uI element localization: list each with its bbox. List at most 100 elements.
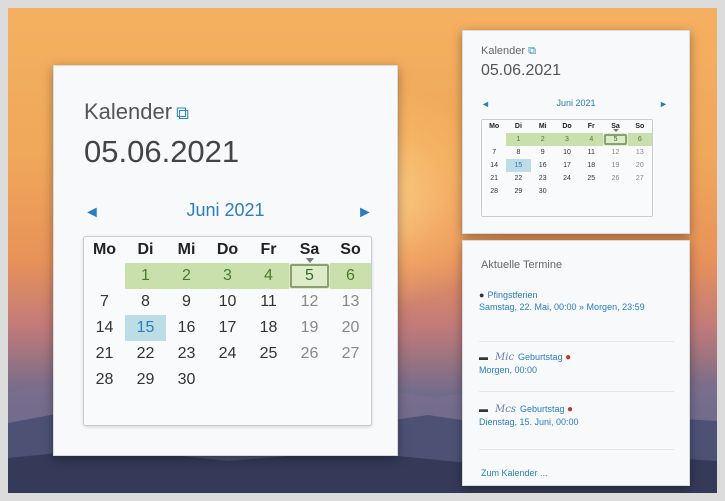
widget-title[interactable]: Kalender ⧉: [84, 99, 189, 125]
day-cell[interactable]: 4: [248, 263, 289, 289]
day-cell[interactable]: 2: [530, 133, 555, 146]
day-cell[interactable]: 14: [482, 159, 506, 172]
empty-day-cell: [248, 367, 289, 393]
day-cell[interactable]: 6: [330, 263, 371, 289]
day-cell[interactable]: 13: [330, 289, 371, 315]
day-cell[interactable]: 7: [84, 289, 125, 315]
upcoming-events-widget: Aktuelle Termine ● Pfingstferien Samstag,…: [462, 240, 690, 486]
day-cell[interactable]: 12: [603, 146, 627, 159]
day-cell[interactable]: 14: [84, 315, 125, 341]
day-cell[interactable]: 17: [207, 315, 248, 341]
day-cell[interactable]: 26: [603, 172, 627, 185]
graduation-cap-icon: ▬: [479, 352, 488, 362]
week-row: 21 22 23 24 25 26 27: [482, 172, 652, 185]
week-row: 28 29 30: [482, 185, 652, 198]
day-cell[interactable]: 27: [628, 172, 652, 185]
weekday-label: Di: [137, 241, 154, 258]
day-cell[interactable]: 26: [289, 341, 330, 367]
day-cell[interactable]: 28: [482, 185, 506, 198]
day-cell[interactable]: 5: [289, 258, 330, 289]
external-link-icon[interactable]: ⧉: [528, 45, 536, 57]
day-cell[interactable]: 23: [531, 172, 555, 185]
day-cell[interactable]: 16: [166, 315, 207, 341]
day-cell[interactable]: 3: [207, 263, 248, 289]
day-cell[interactable]: 4: [579, 133, 604, 146]
event-item[interactable]: ● Pfingstferien Samstag, 22. Mai, 00:00 »…: [479, 289, 674, 313]
day-cell[interactable]: 11: [579, 146, 603, 159]
widget-title[interactable]: Kalender ⧉: [481, 45, 536, 58]
day-cell[interactable]: 21: [84, 341, 125, 367]
day-cell[interactable]: 27: [330, 341, 371, 367]
empty-day-cell: [628, 185, 652, 198]
day-cell[interactable]: 22: [506, 172, 530, 185]
day-cell[interactable]: 1: [506, 133, 531, 146]
event-time: Dienstag, 15. Juni, 00:00: [479, 417, 579, 427]
day-cell[interactable]: 23: [166, 341, 207, 367]
day-cell[interactable]: 9: [531, 146, 555, 159]
week-row: 14 15 16 17 18 19 20: [84, 315, 371, 341]
day-cell[interactable]: 20: [330, 315, 371, 341]
day-cell[interactable]: 15: [125, 315, 166, 341]
day-cell[interactable]: 10: [555, 146, 579, 159]
day-cell[interactable]: 16: [531, 159, 555, 172]
month-label[interactable]: Juni 2021: [54, 200, 397, 221]
day-cell[interactable]: 18: [248, 315, 289, 341]
day-cell[interactable]: 13: [628, 146, 652, 159]
day-cell[interactable]: 9: [166, 289, 207, 315]
event-item[interactable]: ▬ Mic Geburtstag ● Morgen, 00:00: [479, 351, 674, 376]
day-cell[interactable]: 5: [603, 129, 628, 146]
event-name[interactable]: Geburtstag: [520, 404, 565, 414]
next-month-icon[interactable]: ►: [357, 204, 373, 222]
day-cell[interactable]: 8: [506, 146, 530, 159]
to-calendar-link[interactable]: Zum Kalender ...: [481, 468, 548, 478]
day-cell[interactable]: 1: [125, 263, 166, 289]
day-cell[interactable]: 15: [506, 159, 531, 172]
event-item[interactable]: ▬ Mcs Geburtstag ● Dienstag, 15. Juni, 00:…: [479, 403, 674, 428]
day-cell[interactable]: 30: [531, 185, 555, 198]
day-cell[interactable]: 24: [555, 172, 579, 185]
day-cell[interactable]: 18: [579, 159, 603, 172]
day-cell[interactable]: 3: [554, 133, 580, 146]
day-cell[interactable]: 24: [207, 341, 248, 367]
day-cell[interactable]: 30: [166, 367, 207, 393]
empty-day-cell: [555, 185, 579, 198]
day-cell[interactable]: 8: [125, 289, 166, 315]
day-cell[interactable]: 21: [482, 172, 506, 185]
day-cell[interactable]: 2: [166, 263, 207, 289]
day-cell[interactable]: 29: [506, 185, 530, 198]
week-row: 123456: [84, 258, 371, 289]
day-cell[interactable]: 19: [603, 159, 627, 172]
day-cell[interactable]: 7: [482, 146, 506, 159]
day-cell[interactable]: 17: [555, 159, 579, 172]
next-month-icon[interactable]: ►: [659, 99, 668, 109]
day-cell[interactable]: 20: [628, 159, 652, 172]
day-cell[interactable]: 22: [125, 341, 166, 367]
day-cell[interactable]: 29: [125, 367, 166, 393]
day-cell[interactable]: 25: [248, 341, 289, 367]
day-cell[interactable]: 28: [84, 367, 125, 393]
event-name[interactable]: Geburtstag: [518, 352, 563, 362]
weekday-label: Fr: [587, 123, 595, 130]
event-name[interactable]: Pfingstferien: [487, 290, 537, 300]
divider: [479, 449, 674, 450]
weekday-header: Mo Di Mi Do Fr Sa So: [84, 237, 371, 263]
day-cell[interactable]: 10: [207, 289, 248, 315]
weekday-header: Mo Di Mi Do Fr Sa So: [482, 120, 652, 133]
week-row: 7 8 9 10 11 12 13: [84, 289, 371, 315]
pin-icon: ●: [565, 352, 572, 363]
day-cell[interactable]: 25: [579, 172, 603, 185]
day-cell[interactable]: 19: [289, 315, 330, 341]
day-cell[interactable]: 6: [627, 133, 652, 146]
empty-day-cell: [603, 185, 627, 198]
divider: [479, 341, 674, 342]
widget-title-label: Kalender: [84, 99, 173, 124]
empty-day-cell: [330, 367, 371, 393]
month-label[interactable]: Juni 2021: [463, 98, 689, 108]
events-title: Aktuelle Termine: [481, 259, 563, 271]
external-link-icon[interactable]: ⧉: [176, 103, 189, 123]
current-date: 05.06.2021: [84, 134, 240, 169]
weekday-label: So: [340, 241, 361, 258]
weekday-label: Mi: [177, 241, 196, 258]
day-cell[interactable]: 12: [289, 289, 330, 315]
day-cell[interactable]: 11: [248, 289, 289, 315]
